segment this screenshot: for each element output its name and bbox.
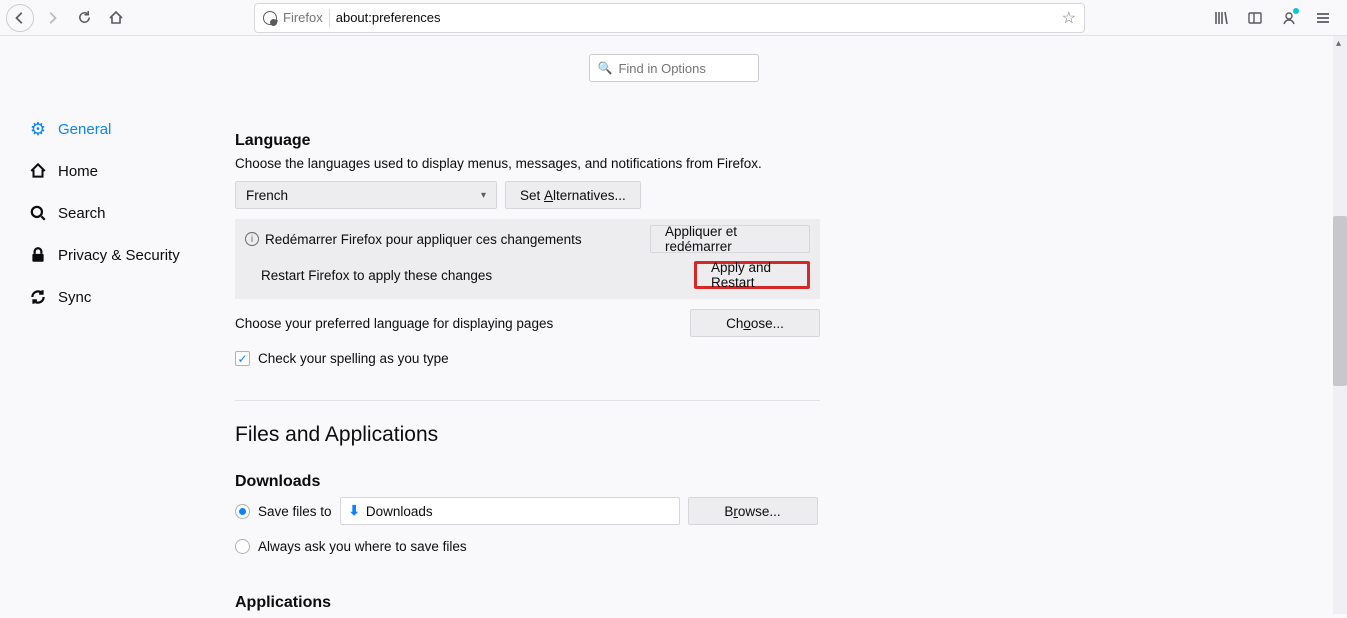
preferences-main: Language Choose the languages used to di… — [235, 132, 820, 618]
restart-notice: i Redémarrer Firefox pour appliquer ces … — [235, 219, 820, 299]
sidebar-icon[interactable] — [1243, 6, 1267, 30]
check-spelling-label: Check your spelling as you type — [258, 351, 449, 366]
always-ask-row[interactable]: Always ask you where to save files — [235, 539, 820, 554]
check-spelling-checkbox[interactable]: ✓ — [235, 351, 250, 366]
vertical-scrollbar[interactable]: ▴ — [1333, 36, 1347, 614]
find-in-options[interactable]: 🔍 — [589, 54, 759, 82]
language-selected: French — [246, 188, 288, 203]
language-subtitle: Choose the languages used to display men… — [235, 156, 820, 171]
set-alternatives-button[interactable]: Set Alternatives... — [505, 181, 641, 209]
save-files-radio[interactable] — [235, 504, 250, 519]
sidebar-item-label: General — [58, 121, 111, 138]
toolbar-right — [1209, 6, 1341, 30]
search-icon — [28, 204, 48, 222]
downloads-path: Downloads — [366, 504, 433, 519]
gear-icon: ⚙ — [28, 119, 48, 140]
restart-row-fr: i Redémarrer Firefox pour appliquer ces … — [245, 225, 810, 253]
language-controls: French ▾ Set Alternatives... — [235, 181, 820, 209]
url-bar[interactable]: Firefox about:preferences ☆ — [254, 3, 1085, 33]
back-button[interactable] — [6, 4, 34, 32]
sidebar-item-search[interactable]: Search — [28, 192, 218, 234]
scrollbar-thumb[interactable] — [1333, 216, 1347, 386]
forward-button — [38, 4, 66, 32]
sidebar-item-privacy[interactable]: Privacy & Security — [28, 234, 218, 276]
preferences-sidebar: ⚙ General Home Search Privacy & Security — [28, 108, 218, 318]
sidebar-item-label: Home — [58, 163, 98, 180]
browser-toolbar: Firefox about:preferences ☆ — [0, 0, 1347, 36]
scroll-up-icon[interactable]: ▴ — [1336, 38, 1341, 49]
sidebar-item-home[interactable]: Home — [28, 150, 218, 192]
language-heading: Language — [235, 132, 820, 150]
restart-text-fr: Redémarrer Firefox pour appliquer ces ch… — [265, 232, 582, 247]
lock-icon — [28, 246, 48, 264]
url-brand: Firefox — [283, 10, 323, 25]
applications-heading: Applications — [235, 594, 820, 612]
reload-button[interactable] — [70, 4, 98, 32]
chevron-down-icon: ▾ — [481, 190, 486, 201]
restart-row-en: Restart Firefox to apply these changes A… — [245, 261, 810, 289]
always-ask-label: Always ask you where to save files — [258, 539, 467, 554]
download-arrow-icon: ⬇ — [349, 503, 360, 519]
url-text: about:preferences — [336, 10, 441, 25]
search-icon: 🔍 — [598, 61, 613, 75]
files-heading: Files and Applications — [235, 423, 820, 447]
sidebar-item-general[interactable]: ⚙ General — [28, 108, 218, 150]
preferences-page: ▴ 🔍 ⚙ General Home Search Privacy — [0, 36, 1347, 614]
library-icon[interactable] — [1209, 6, 1233, 30]
apply-restart-en-button[interactable]: Apply and Restart — [694, 261, 810, 289]
browse-button[interactable]: Browse... — [688, 497, 818, 525]
firefox-icon — [263, 11, 277, 25]
preferred-language-label: Choose your preferred language for displ… — [235, 316, 553, 331]
language-select[interactable]: French ▾ — [235, 181, 497, 209]
info-icon: i — [245, 232, 259, 246]
save-files-row: Save files to ⬇ Downloads Browse... — [235, 497, 820, 525]
bookmark-star-icon[interactable]: ☆ — [1062, 8, 1076, 28]
section-divider — [235, 400, 820, 401]
sidebar-item-sync[interactable]: Sync — [28, 276, 218, 318]
apply-restart-fr-button[interactable]: Appliquer et redémarrer — [650, 225, 810, 253]
home-icon — [28, 162, 48, 180]
check-spelling-row[interactable]: ✓ Check your spelling as you type — [235, 351, 820, 366]
home-button[interactable] — [102, 4, 130, 32]
url-separator — [329, 9, 330, 27]
downloads-heading: Downloads — [235, 473, 820, 491]
sync-icon — [28, 288, 48, 306]
preferred-language-row: Choose your preferred language for displ… — [235, 309, 820, 337]
sidebar-item-label: Sync — [58, 289, 91, 306]
choose-language-button[interactable]: Choose... — [690, 309, 820, 337]
find-input[interactable] — [618, 61, 749, 76]
account-icon[interactable] — [1277, 6, 1301, 30]
notification-dot-icon — [1293, 8, 1299, 14]
restart-text-en: Restart Firefox to apply these changes — [261, 268, 492, 283]
sidebar-item-label: Privacy & Security — [58, 247, 180, 264]
downloads-path-input[interactable]: ⬇ Downloads — [340, 497, 680, 525]
sidebar-item-label: Search — [58, 205, 106, 222]
always-ask-radio[interactable] — [235, 539, 250, 554]
save-files-label: Save files to — [258, 504, 332, 519]
menu-hamburger-icon[interactable] — [1311, 6, 1335, 30]
